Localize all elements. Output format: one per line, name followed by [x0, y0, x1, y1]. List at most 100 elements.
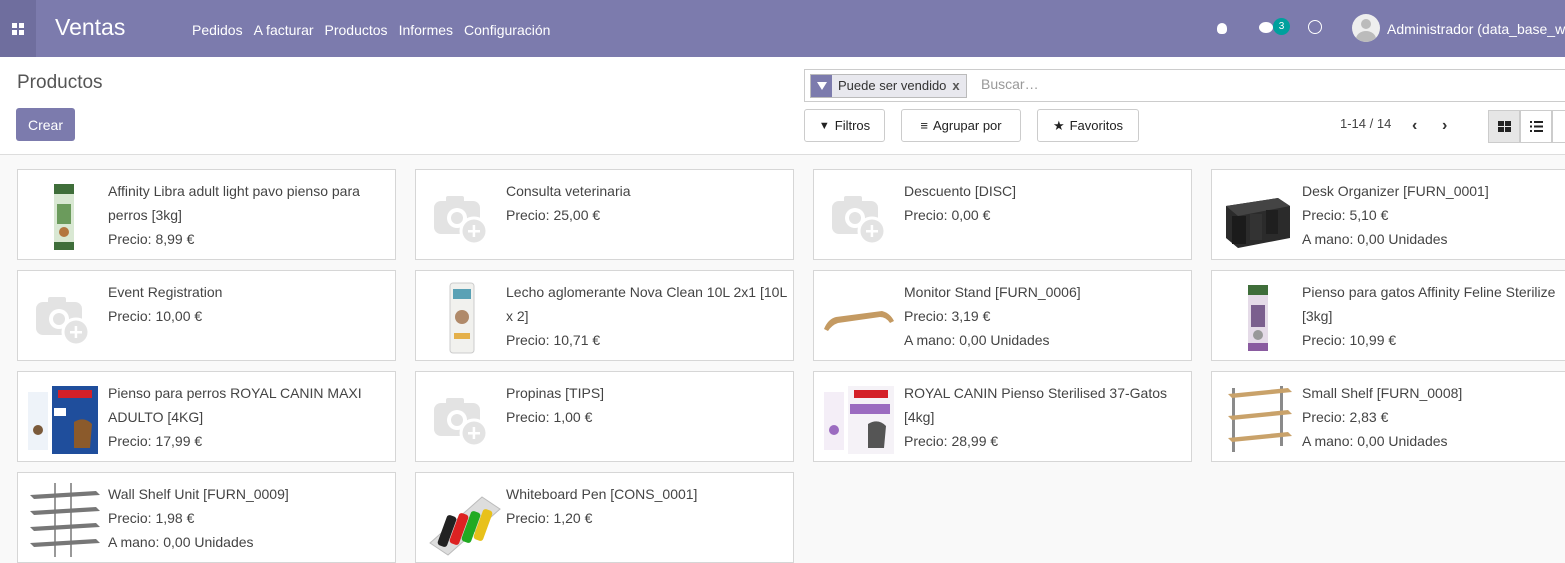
product-card[interactable]: Pienso para gatos Affinity Feline Steril…	[1211, 270, 1565, 361]
search-input[interactable]	[981, 76, 1281, 92]
product-info: Pienso para gatos Affinity Feline Steril…	[1302, 280, 1565, 352]
debug-bug-icon[interactable]	[1217, 23, 1227, 34]
pager-value[interactable]: 1-14 / 14	[1340, 116, 1391, 131]
favorites-label: Favoritos	[1069, 118, 1124, 133]
product-price: Precio: 8,99 €	[108, 231, 195, 247]
product-info: ROYAL CANIN Pienso Sterilised 37-Gatos […	[904, 381, 1189, 453]
product-info: Wall Shelf Unit [FURN_0009] Precio: 1,98 …	[108, 482, 393, 554]
placeholder-camera-icon	[422, 378, 502, 457]
product-card[interactable]: Event Registration Precio: 10,00 €	[17, 270, 396, 361]
product-image	[422, 479, 502, 558]
user-avatar[interactable]	[1352, 14, 1380, 42]
top-navbar: Ventas Pedidos A facturar Productos Info…	[0, 0, 1565, 57]
product-info: Event Registration Precio: 10,00 €	[108, 280, 393, 328]
main-menu: Pedidos A facturar Productos Informes Co…	[192, 22, 561, 38]
product-info: Consulta veterinaria Precio: 25,00 €	[506, 179, 791, 227]
placeholder-camera-icon	[820, 176, 900, 255]
app-name[interactable]: Ventas	[55, 14, 125, 41]
product-card[interactable]: Wall Shelf Unit [FURN_0009] Precio: 1,98 …	[17, 472, 396, 563]
facet-label: Puede ser vendido	[832, 75, 953, 97]
product-price: Precio: 2,83 €	[1302, 409, 1389, 425]
product-card[interactable]: Small Shelf [FURN_0008] Precio: 2,83 € A m…	[1211, 371, 1565, 462]
product-price: Precio: 3,19 €	[904, 308, 991, 324]
product-price: Precio: 28,99 €	[904, 433, 999, 449]
menu-item-informes[interactable]: Informes	[399, 22, 453, 38]
kanban-view-button[interactable]	[1488, 110, 1520, 143]
placeholder-camera-icon	[24, 277, 104, 356]
product-stock: A mano: 0,00 Unidades	[1302, 433, 1448, 449]
list-view-icon	[1529, 121, 1543, 132]
funnel-icon	[811, 75, 832, 97]
create-button[interactable]: Crear	[16, 108, 75, 141]
product-price: Precio: 17,99 €	[108, 433, 203, 449]
product-price: Precio: 1,00 €	[506, 409, 593, 425]
product-card[interactable]: Lecho aglomerante Nova Clean 10L 2x1 [10…	[415, 270, 794, 361]
product-card[interactable]: ROYAL CANIN Pienso Sterilised 37-Gatos […	[813, 371, 1192, 462]
filter-facet: Puede ser vendido x	[810, 74, 967, 98]
product-info: Small Shelf [FURN_0008] Precio: 2,83 € A m…	[1302, 381, 1565, 453]
product-price: Precio: 1,20 €	[506, 510, 593, 526]
product-price: Precio: 25,00 €	[506, 207, 601, 223]
funnel-icon: ▼	[818, 119, 830, 132]
product-image	[24, 479, 104, 558]
product-name: Propinas [TIPS]	[506, 385, 605, 401]
pager-next-icon[interactable]: ›	[1442, 117, 1456, 135]
product-price: Precio: 1,98 €	[108, 510, 195, 526]
grid-icon	[1497, 121, 1511, 132]
product-image	[820, 277, 900, 356]
product-name: Wall Shelf Unit [FURN_0009]	[108, 486, 289, 502]
menu-item-a-facturar[interactable]: A facturar	[254, 22, 314, 38]
product-name: Desk Organizer [FURN_0001]	[1302, 183, 1489, 199]
product-card[interactable]: Consulta veterinaria Precio: 25,00 €	[415, 169, 794, 260]
product-name: Event Registration	[108, 284, 223, 300]
product-price: Precio: 0,00 €	[904, 207, 991, 223]
product-price: Precio: 10,99 €	[1302, 332, 1397, 348]
product-info: Propinas [TIPS] Precio: 1,00 €	[506, 381, 791, 429]
product-price: Precio: 10,00 €	[108, 308, 203, 324]
other-view-button[interactable]	[1552, 110, 1565, 143]
menu-item-pedidos[interactable]: Pedidos	[192, 22, 243, 38]
pager-previous-icon[interactable]: ‹	[1412, 117, 1426, 135]
product-card[interactable]: Monitor Stand [FURN_0006] Precio: 3,19 € A…	[813, 270, 1192, 361]
product-image	[24, 176, 104, 255]
favorites-button[interactable]: ★ Favoritos	[1037, 109, 1139, 142]
product-stock: A mano: 0,00 Unidades	[108, 534, 254, 550]
product-name: Whiteboard Pen [CONS_0001]	[506, 486, 698, 502]
filters-label: Filtros	[834, 118, 871, 133]
product-name: Descuento [DISC]	[904, 183, 1017, 199]
filters-button[interactable]: ▼ Filtros	[804, 109, 885, 142]
product-card[interactable]: Propinas [TIPS] Precio: 1,00 €	[415, 371, 794, 462]
activity-clock-icon[interactable]	[1308, 20, 1322, 34]
group-by-button[interactable]: ≡ Agrupar por	[901, 109, 1021, 142]
product-image	[820, 378, 900, 457]
product-name: Pienso para gatos Affinity Feline Steril…	[1302, 284, 1556, 324]
product-image	[1218, 378, 1298, 457]
user-name[interactable]: Administrador (data_base_w	[1387, 21, 1565, 37]
product-stock: A mano: 0,00 Unidades	[904, 332, 1050, 348]
product-info: Descuento [DISC] Precio: 0,00 €	[904, 179, 1189, 227]
product-name: Consulta veterinaria	[506, 183, 631, 199]
chat-count-badge: 3	[1273, 18, 1290, 35]
product-card[interactable]: Descuento [DISC] Precio: 0,00 €	[813, 169, 1192, 260]
product-name: Lecho aglomerante Nova Clean 10L 2x1 [10…	[506, 284, 787, 324]
product-card[interactable]: Whiteboard Pen [CONS_0001] Precio: 1,20 €	[415, 472, 794, 563]
menu-item-configuracion[interactable]: Configuración	[464, 22, 550, 38]
product-card[interactable]: Desk Organizer [FURN_0001] Precio: 5,10 €…	[1211, 169, 1565, 260]
facet-remove-icon[interactable]: x	[952, 75, 966, 97]
product-image	[422, 277, 502, 356]
apps-menu-icon[interactable]	[0, 0, 36, 57]
search-bar: Puede ser vendido x	[804, 69, 1565, 102]
product-info: Monitor Stand [FURN_0006] Precio: 3,19 € A…	[904, 280, 1189, 352]
menu-item-productos[interactable]: Productos	[325, 22, 388, 38]
product-price: Precio: 10,71 €	[506, 332, 601, 348]
product-name: ROYAL CANIN Pienso Sterilised 37-Gatos […	[904, 385, 1167, 425]
product-card[interactable]: Pienso para perros ROYAL CANIN MAXI ADUL…	[17, 371, 396, 462]
list-view-button[interactable]	[1520, 110, 1552, 143]
product-info: Affinity Libra adult light pavo pienso p…	[108, 179, 393, 251]
page-title: Productos	[17, 72, 103, 93]
product-stock: A mano: 0,00 Unidades	[1302, 231, 1448, 247]
product-info: Desk Organizer [FURN_0001] Precio: 5,10 €…	[1302, 179, 1565, 251]
chat-icon[interactable]	[1259, 22, 1273, 33]
product-info: Pienso para perros ROYAL CANIN MAXI ADUL…	[108, 381, 393, 453]
product-card[interactable]: Affinity Libra adult light pavo pienso p…	[17, 169, 396, 260]
